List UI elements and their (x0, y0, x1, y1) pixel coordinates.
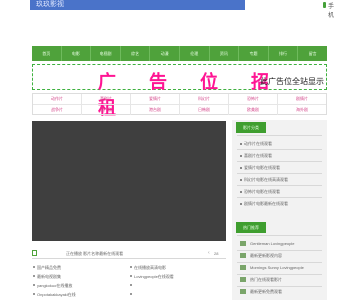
divider (237, 250, 322, 251)
hot-item[interactable]: 热门在线观看影片 (250, 277, 282, 283)
nav-item[interactable]: 综艺 (121, 46, 151, 61)
quick-links: 动作片 喜剧片 爱情片 科幻片 恐怖片 剧情片 战争片 国产剧 港台剧 日韩剧 … (32, 93, 327, 115)
nav-item[interactable]: 伦理 (180, 46, 210, 61)
sidebar-item[interactable]: 动作片在线观看 (244, 141, 272, 147)
nav-item[interactable]: 资讯 (210, 46, 240, 61)
sidebar-section-title: 热门推荐 (236, 222, 266, 233)
rank-badge-icon (240, 289, 246, 294)
hot-item[interactable]: 最新更新免费观看 (250, 289, 282, 295)
prev-icon[interactable]: ‹ (208, 250, 210, 256)
divider (237, 262, 322, 263)
list-item[interactable]: 国产精品免费 (32, 263, 129, 272)
nav-item[interactable]: 电视剧 (91, 46, 121, 61)
sidebar-item[interactable]: 恐怖片电影在线观看 (244, 189, 280, 195)
main-nav: 首页 电影 电视剧 综艺 动漫 伦理 资讯 专题 排行 留言 (32, 46, 327, 61)
quick-link[interactable]: 喜剧片 (82, 94, 131, 104)
quick-link[interactable]: 欧美剧 (229, 105, 278, 115)
episode-list: 国产精品免费 在线播放高清电影 最新电视剧集 Lovingpeople在线观看 … (32, 263, 226, 299)
hot-item[interactable]: Gentleman Lovingpeople (250, 241, 294, 246)
site-logo[interactable]: 玖玖影视 (30, 0, 245, 10)
list-row: 最新电视剧集 Lovingpeople在线观看 (32, 272, 226, 281)
divider (237, 149, 322, 150)
list-item[interactable] (129, 290, 226, 299)
sidebar-item[interactable]: 喜剧片在线观看 (244, 153, 272, 159)
nav-item[interactable]: 首页 (32, 46, 62, 61)
list-row: 国产精品免费 在线播放高清电影 (32, 263, 226, 272)
quick-links-row: 战争片 国产剧 港台剧 日韩剧 欧美剧 海外剧 (33, 105, 326, 115)
quick-link[interactable]: 科幻片 (180, 94, 229, 104)
nav-item[interactable]: 电影 (62, 46, 92, 61)
quick-link[interactable]: 剧情片 (278, 94, 326, 104)
sidebar: 影片分类 动作片在线观看 喜剧片在线观看 爱情片电影在线观看 科幻片电影在线高清… (232, 120, 327, 300)
quick-link[interactable]: 海外剧 (278, 105, 326, 115)
sidebar-item[interactable]: 剧情片电影最新在线观看 (244, 201, 288, 207)
list-item[interactable]: yangkokuo在线播放 (32, 281, 129, 290)
rank-badge-icon (240, 253, 246, 258)
bullet-icon (240, 143, 242, 145)
info-icon (32, 250, 37, 256)
rank-badge-icon (240, 265, 246, 270)
nav-item[interactable]: 动漫 (150, 46, 180, 61)
hot-item[interactable]: 最新更新影视内容 (250, 253, 282, 259)
quick-link[interactable]: 国产剧 (82, 105, 131, 115)
list-item[interactable]: 最新电视剧集 (32, 272, 129, 281)
sidebar-section-title: 影片分类 (236, 122, 266, 133)
divider (237, 274, 322, 275)
quick-link[interactable]: 动作片 (33, 94, 82, 104)
video-player[interactable] (32, 121, 226, 241)
phone-icon[interactable] (323, 2, 326, 8)
quick-link[interactable]: 港台剧 (131, 105, 180, 115)
ad-banner[interactable]: 广 告 位 招 租 此广告位全站显示 (32, 64, 327, 118)
divider (237, 235, 322, 236)
list-row: Onpotakakkayaki在线 (32, 290, 226, 299)
divider (237, 185, 322, 186)
quick-link[interactable]: 恐怖片 (229, 94, 278, 104)
phone-label[interactable]: 手机 (328, 1, 334, 19)
bullet-icon (240, 167, 242, 169)
rank-badge-icon (240, 241, 246, 246)
list-item[interactable] (129, 281, 226, 290)
quick-link[interactable]: 战争片 (33, 105, 82, 115)
hot-item[interactable]: Mornings Sunny Lovingpeople (250, 265, 304, 270)
nav-item[interactable]: 排行 (269, 46, 299, 61)
video-info: 正在播放 影片名称最新在线观看 ‹ 28 国产精品免费 在线播放高清电影 最新电… (32, 247, 226, 300)
video-title: 正在播放 影片名称最新在线观看 (66, 251, 124, 256)
list-item[interactable]: Lovingpeople在线观看 (129, 272, 226, 281)
top-bar: 玖玖影视 手机 (0, 0, 360, 19)
divider (237, 197, 322, 198)
divider (237, 161, 322, 162)
bullet-icon (240, 155, 242, 157)
bullet-icon (240, 203, 242, 205)
rank-badge-icon (240, 277, 246, 282)
divider (237, 173, 322, 174)
sidebar-item[interactable]: 爱情片电影在线观看 (244, 165, 280, 171)
view-count: 28 (214, 251, 219, 256)
nav-item[interactable]: 专题 (239, 46, 269, 61)
bullet-icon (240, 179, 242, 181)
quick-link[interactable]: 爱情片 (131, 94, 180, 104)
bullet-icon (240, 191, 242, 193)
quick-links-row: 动作片 喜剧片 爱情片 科幻片 恐怖片 剧情片 (33, 94, 326, 105)
divider (237, 286, 322, 287)
sidebar-item[interactable]: 科幻片电影在线高清观看 (244, 177, 288, 183)
ad-note: 此广告位全站显示 (260, 77, 324, 86)
divider (32, 258, 226, 259)
list-item[interactable]: Onpotakakkayaki在线 (32, 290, 129, 299)
divider (237, 135, 322, 136)
quick-link[interactable]: 日韩剧 (180, 105, 229, 115)
list-row: yangkokuo在线播放 (32, 281, 226, 290)
list-item[interactable]: 在线播放高清电影 (129, 263, 226, 272)
nav-item[interactable]: 留言 (298, 46, 327, 61)
